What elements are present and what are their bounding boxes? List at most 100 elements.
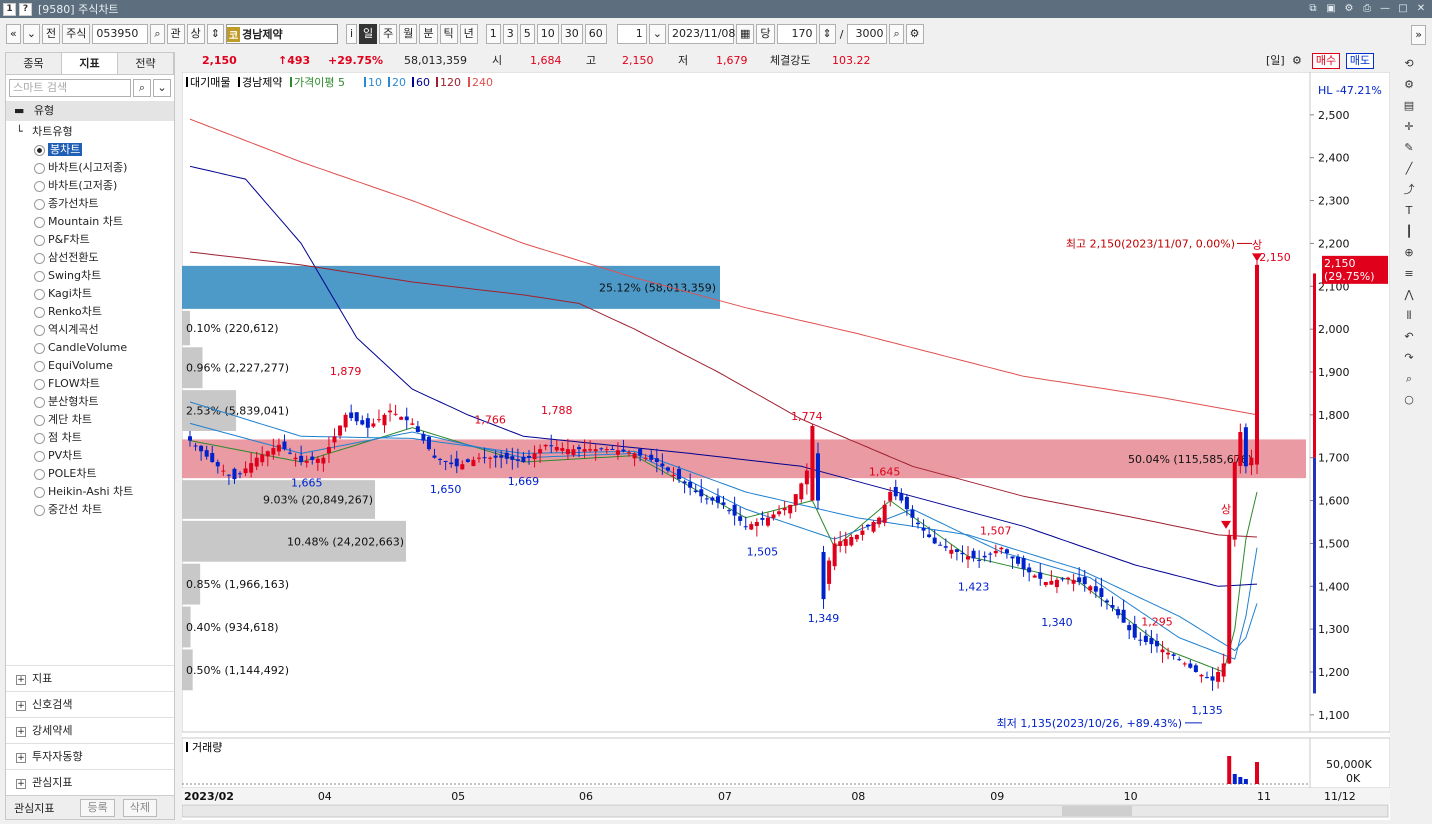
cycle-icon[interactable]: ⦀ bbox=[1400, 307, 1418, 325]
maximize-icon[interactable]: □ bbox=[1396, 2, 1410, 16]
save-icon[interactable]: ▣ bbox=[1324, 2, 1338, 16]
chart-analysis-icon[interactable]: ▤ bbox=[1400, 97, 1418, 115]
chart-type-option[interactable]: 계단 차트 bbox=[6, 411, 174, 429]
chart-type-option[interactable]: CandleVolume bbox=[6, 339, 174, 357]
interval-30[interactable]: 30 bbox=[560, 24, 583, 44]
stock-name-field[interactable]: 코 경남제약 bbox=[225, 24, 338, 44]
date-input[interactable]: 2023/11/08 bbox=[668, 24, 735, 44]
chart-type-option[interactable]: Mountain 차트 bbox=[6, 213, 174, 231]
undo-icon[interactable]: ↶ bbox=[1400, 328, 1418, 346]
prev-stock-button[interactable]: 전 bbox=[41, 24, 61, 44]
chart-type-option[interactable]: 분산형차트 bbox=[6, 393, 174, 411]
unit-input[interactable]: 1 bbox=[616, 24, 647, 44]
collapse-left-icon[interactable]: « bbox=[6, 24, 21, 44]
spinner-icon[interactable]: ⇕ bbox=[206, 24, 224, 44]
text-tool-icon[interactable]: T bbox=[1400, 202, 1418, 220]
interval-60[interactable]: 60 bbox=[584, 24, 607, 44]
interval-1[interactable]: 1 bbox=[485, 24, 501, 44]
chart-type-option[interactable]: EquiVolume bbox=[6, 357, 174, 375]
chart-type-option[interactable]: Kagi차트 bbox=[6, 285, 174, 303]
link-icon[interactable]: ⧉ bbox=[1306, 2, 1320, 16]
chart-type-option[interactable]: 중간선 차트 bbox=[6, 501, 174, 519]
chart-type-option[interactable]: 바차트(고저종) bbox=[6, 177, 174, 195]
stock-code-input[interactable]: 053950 bbox=[92, 24, 149, 44]
refresh-icon[interactable]: ⟲ bbox=[1400, 55, 1418, 73]
search-icon[interactable]: ⌕ bbox=[133, 79, 151, 97]
interval-10[interactable]: 10 bbox=[536, 24, 559, 44]
up-limit-button[interactable]: 상 bbox=[186, 24, 205, 44]
group-investor-trend[interactable]: + 투자자동향 bbox=[6, 743, 174, 769]
period-day[interactable]: 일 bbox=[359, 24, 378, 44]
price-chart[interactable]: 대기매물 경남제약 가격이평 5 10 20 60 120 240 25.12% (58,013… bbox=[182, 72, 1390, 820]
sell-button[interactable]: 매도 bbox=[1346, 53, 1374, 69]
tab-indicators[interactable]: 지표 bbox=[62, 53, 118, 74]
fibonacci-icon[interactable]: ≡ bbox=[1400, 265, 1418, 283]
magnifier-icon[interactable]: ⌕ bbox=[1400, 370, 1418, 388]
chart-type-option[interactable]: 봉차트 bbox=[6, 141, 174, 159]
chart-type-option[interactable]: 역시계곡선 bbox=[6, 321, 174, 339]
auto-line-icon[interactable]: ⤴ bbox=[1400, 181, 1418, 199]
chart-type-option[interactable]: Renko차트 bbox=[6, 303, 174, 321]
delete-button[interactable]: 삭제 bbox=[122, 798, 157, 817]
period-year[interactable]: 년 bbox=[459, 24, 478, 44]
chart-type-option[interactable]: POLE차트 bbox=[6, 465, 174, 483]
chart-type-option[interactable]: 바차트(시고저종) bbox=[6, 159, 174, 177]
chart-type-option[interactable]: P&F차트 bbox=[6, 231, 174, 249]
print-icon[interactable]: ⎙ bbox=[1360, 2, 1374, 16]
redo-icon[interactable]: ↷ bbox=[1400, 349, 1418, 367]
interval-3[interactable]: 3 bbox=[502, 24, 518, 44]
watchlist-button[interactable]: 관 bbox=[166, 24, 185, 44]
group-bull-bear[interactable]: + 강세약세 bbox=[6, 717, 174, 743]
period-month[interactable]: 월 bbox=[399, 24, 418, 44]
help-icon[interactable]: ? bbox=[19, 2, 32, 16]
expand-right-icon[interactable]: » bbox=[1411, 25, 1426, 45]
screen-number-icon[interactable]: 1 bbox=[3, 2, 16, 16]
cross-cursor-icon[interactable]: ✛ bbox=[1400, 118, 1418, 136]
chart-type-option[interactable]: Swing차트 bbox=[6, 267, 174, 285]
search-options-icon[interactable]: ⌄ bbox=[153, 79, 171, 97]
search-icon[interactable]: ⌕ bbox=[150, 24, 165, 44]
gear-icon[interactable]: ⚙ bbox=[1400, 76, 1418, 94]
trend-line-icon[interactable]: ╱ bbox=[1400, 160, 1418, 178]
chart-type-option[interactable]: FLOW차트 bbox=[6, 375, 174, 393]
group-signal-search[interactable]: + 신호검색 bbox=[6, 691, 174, 717]
tab-strategy[interactable]: 전략 bbox=[118, 53, 174, 74]
circle-icon[interactable]: ○ bbox=[1400, 391, 1418, 409]
candle-icon[interactable]: ┃ bbox=[1400, 223, 1418, 241]
chart-type-option[interactable]: Heikin-Ashi 차트 bbox=[6, 483, 174, 501]
count-spinner-icon[interactable]: ⇕ bbox=[818, 24, 836, 44]
unit-dropdown-icon[interactable]: ⌄ bbox=[648, 24, 666, 44]
chart-type-option[interactable]: 종가선차트 bbox=[6, 195, 174, 213]
chart-settings-icon[interactable]: ⚙ bbox=[905, 24, 924, 44]
chart-type-tree[interactable]: └ 차트유형 bbox=[6, 123, 174, 141]
calendar-icon[interactable]: ▦ bbox=[736, 24, 755, 44]
period-minute[interactable]: 분 bbox=[419, 24, 438, 44]
interval-5[interactable]: 5 bbox=[519, 24, 535, 44]
group-indicators[interactable]: + 지표 bbox=[6, 665, 174, 691]
zoom-icon[interactable]: ⌕ bbox=[889, 24, 904, 44]
chart-config-icon[interactable]: ⚙ bbox=[1292, 52, 1302, 70]
minimize-icon[interactable]: — bbox=[1378, 2, 1392, 16]
close-icon[interactable]: ✕ bbox=[1414, 2, 1428, 16]
section-type[interactable]: ▬ 유형 bbox=[6, 101, 174, 121]
display-count-input[interactable]: 170 bbox=[776, 24, 817, 44]
settings-icon[interactable]: ⚙ bbox=[1342, 2, 1356, 16]
horizontal-scrollbar[interactable] bbox=[182, 804, 1389, 818]
pattern-icon[interactable]: ⋀ bbox=[1400, 286, 1418, 304]
chart-type-option[interactable]: 삼선전환도 bbox=[6, 249, 174, 267]
period-tick[interactable]: 틱 bbox=[439, 24, 458, 44]
smart-search-input[interactable]: 스마트 검색 bbox=[9, 79, 131, 97]
market-select[interactable]: 주식 bbox=[62, 24, 91, 44]
total-count-input[interactable]: 3000 bbox=[847, 24, 888, 44]
tab-stocks[interactable]: 종목 bbox=[6, 53, 62, 74]
register-button[interactable]: 등록 bbox=[80, 798, 115, 817]
chart-type-option[interactable]: 점 차트 bbox=[6, 429, 174, 447]
pen-icon[interactable]: ✎ bbox=[1400, 139, 1418, 157]
today-button[interactable]: 당 bbox=[756, 24, 775, 44]
chevron-down-icon[interactable]: ⌄ bbox=[22, 24, 40, 44]
chart-type-option[interactable]: PV차트 bbox=[6, 447, 174, 465]
period-week[interactable]: 주 bbox=[379, 24, 398, 44]
scrollbar-thumb[interactable] bbox=[1062, 806, 1132, 816]
zoom-in-icon[interactable]: ⊕ bbox=[1400, 244, 1418, 262]
info-button[interactable]: i bbox=[345, 24, 358, 44]
